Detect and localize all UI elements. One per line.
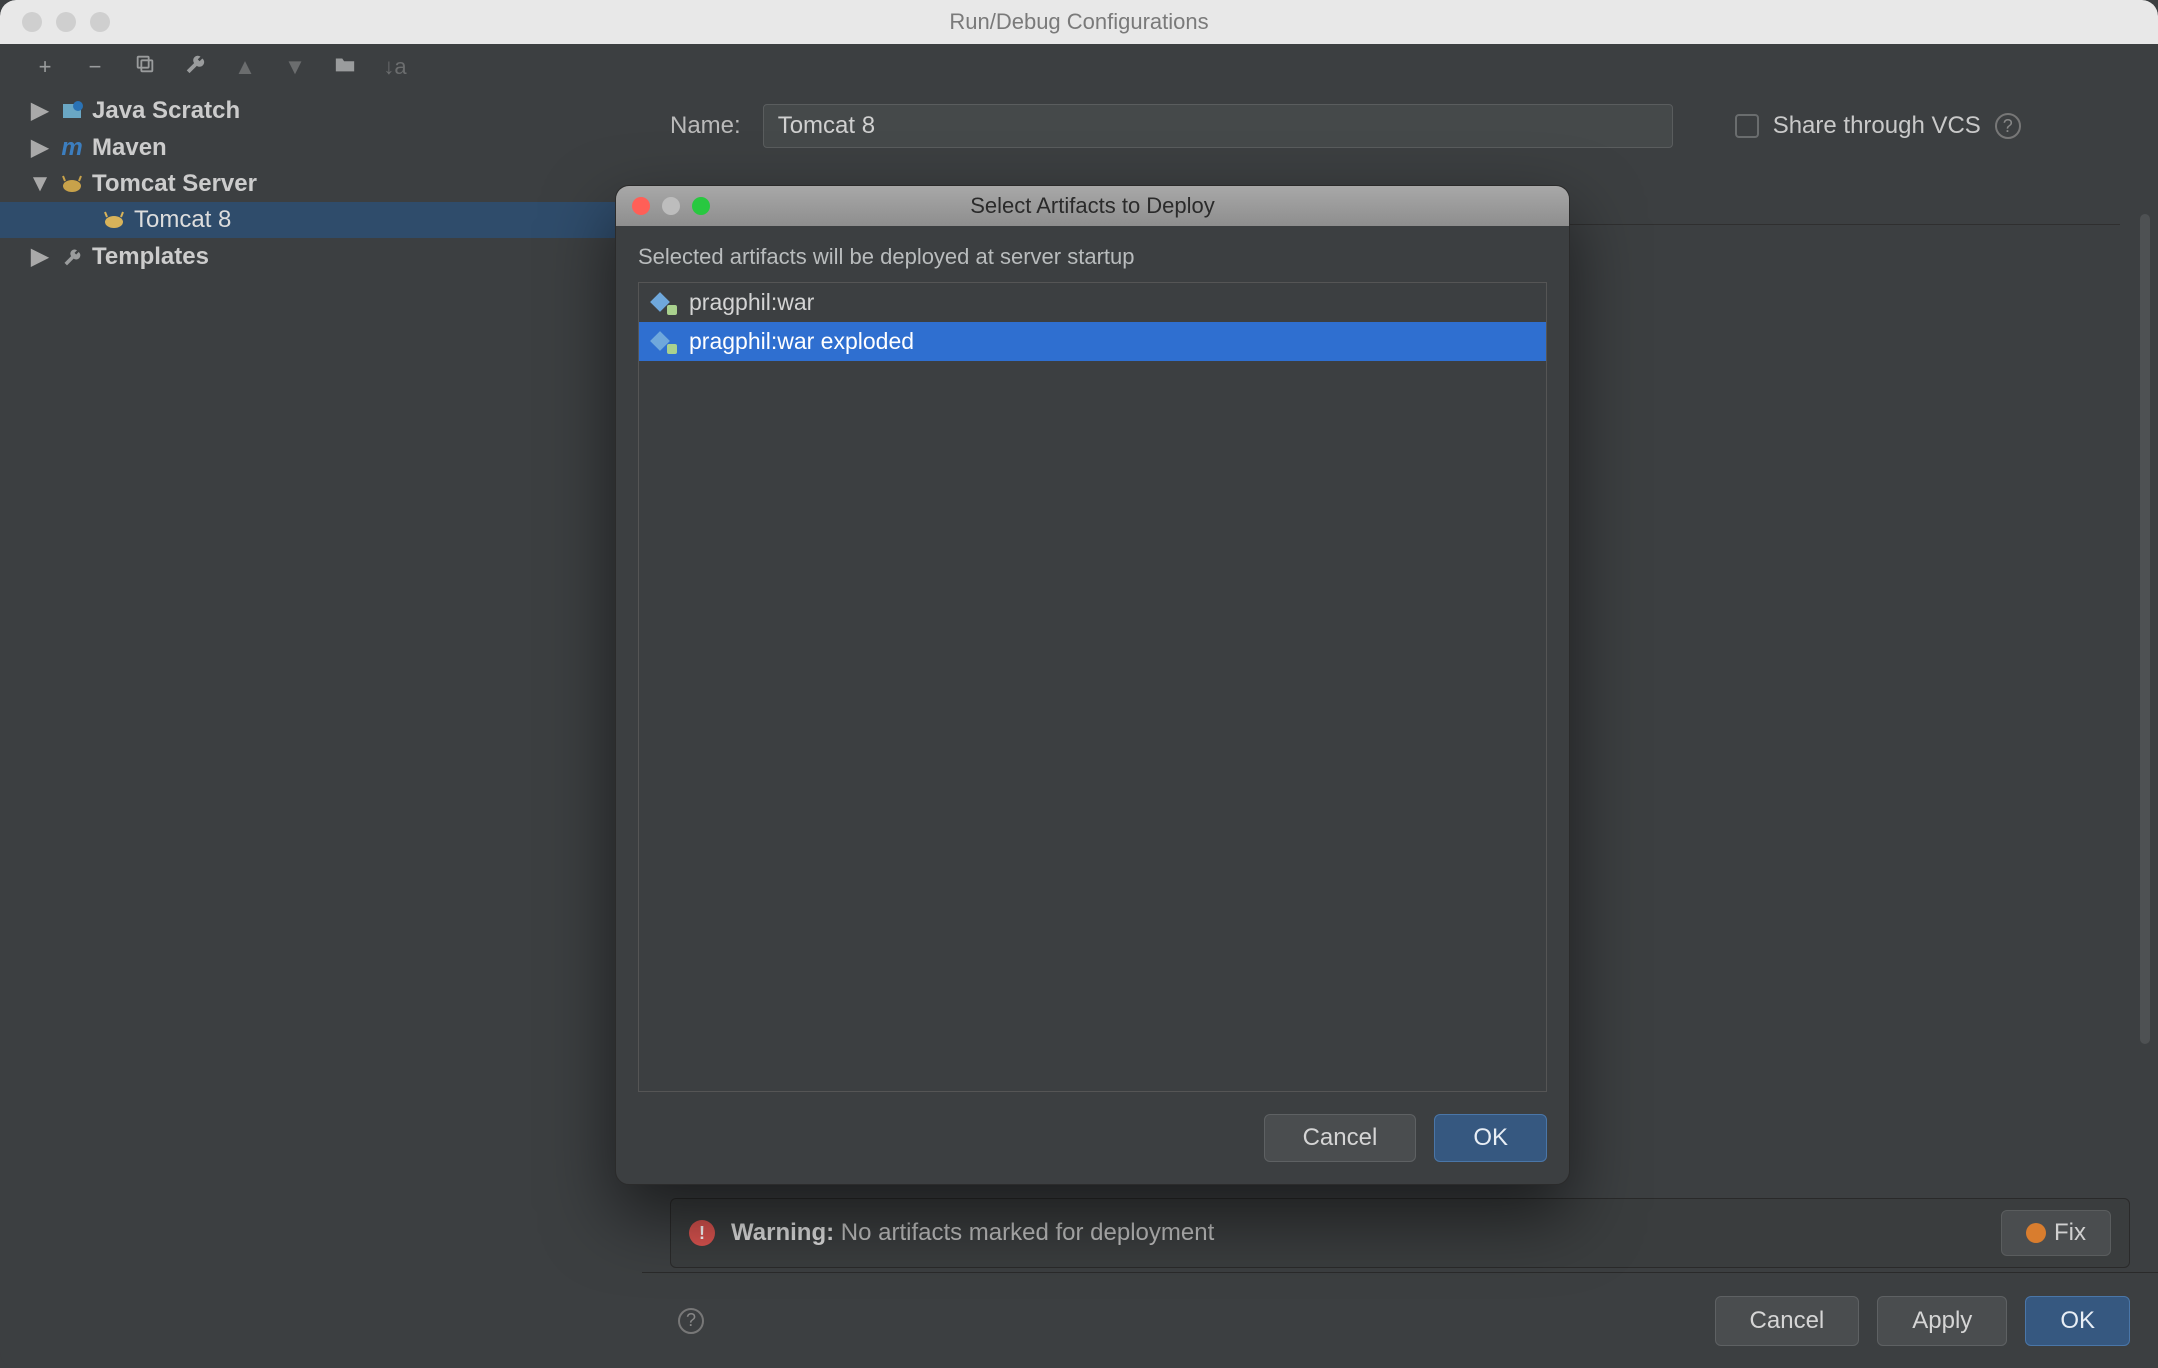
config-toolbar: + − ▲ ▼ ↓a <box>0 44 2158 84</box>
share-vcs-label: Share through VCS <box>1773 112 1981 140</box>
lightbulb-icon <box>2026 1223 2046 1243</box>
fix-button[interactable]: Fix <box>2001 1210 2111 1256</box>
modal-title: Select Artifacts to Deploy <box>616 193 1569 219</box>
share-vcs-checkbox[interactable] <box>1735 114 1759 138</box>
dialog-footer: ? Cancel Apply OK <box>642 1272 2158 1368</box>
folder-icon[interactable] <box>332 54 358 80</box>
chevron-right-icon[interactable]: ▶ <box>28 96 52 125</box>
tree-label: Java Scratch <box>92 97 240 125</box>
tree-tomcat-8[interactable]: Tomcat 8 <box>0 202 642 238</box>
tree-label: Tomcat Server <box>92 170 257 198</box>
maven-icon: m <box>58 134 86 162</box>
chevron-down-icon[interactable]: ▼ <box>28 170 52 198</box>
fix-label: Fix <box>2054 1219 2086 1247</box>
config-tree: ▶ Java Scratch ▶ m Maven ▼ Tomcat <box>0 84 642 1368</box>
warning-icon: ! <box>689 1220 715 1246</box>
chevron-right-icon[interactable]: ▶ <box>28 242 52 271</box>
tree-label: Tomcat 8 <box>134 206 231 234</box>
select-artifacts-dialog: Select Artifacts to Deploy Selected arti… <box>615 185 1570 1185</box>
window-title: Run/Debug Configurations <box>0 9 2158 35</box>
tree-java-scratch[interactable]: ▶ Java Scratch <box>0 92 642 129</box>
sort-icon[interactable]: ↓a <box>382 54 408 80</box>
tomcat-icon <box>58 173 86 195</box>
chevron-right-icon[interactable]: ▶ <box>28 133 52 162</box>
name-input[interactable] <box>763 104 1673 148</box>
apply-button[interactable]: Apply <box>1877 1296 2007 1346</box>
modal-cancel-button[interactable]: Cancel <box>1264 1114 1417 1162</box>
name-row: Name: Share through VCS ? <box>642 104 2130 148</box>
remove-icon[interactable]: − <box>82 54 108 80</box>
tomcat-icon <box>100 209 128 231</box>
artifact-label: pragphil:war <box>689 289 814 316</box>
warning-text: Warning: No artifacts marked for deploym… <box>731 1219 1214 1247</box>
java-scratch-icon <box>58 100 86 122</box>
artifact-icon <box>653 291 677 315</box>
scrollbar[interactable] <box>2140 214 2150 1044</box>
artifact-label: pragphil:war exploded <box>689 328 914 355</box>
warning-bar: ! Warning: No artifacts marked for deplo… <box>670 1198 2130 1268</box>
artifact-icon <box>653 330 677 354</box>
modal-titlebar: Select Artifacts to Deploy <box>616 186 1569 226</box>
tree-templates[interactable]: ▶ Templates <box>0 238 642 275</box>
cancel-button[interactable]: Cancel <box>1715 1296 1860 1346</box>
modal-hint: Selected artifacts will be deployed at s… <box>616 226 1569 282</box>
move-down-icon[interactable]: ▼ <box>282 54 308 80</box>
artifact-item-selected[interactable]: pragphil:war exploded <box>639 322 1546 361</box>
tree-tomcat-server[interactable]: ▼ Tomcat Server <box>0 166 642 202</box>
help-icon[interactable]: ? <box>678 1308 704 1334</box>
warning-message: No artifacts marked for deployment <box>841 1219 1215 1246</box>
name-label: Name: <box>670 112 741 140</box>
warning-label: Warning: <box>731 1219 834 1246</box>
artifact-list[interactable]: pragphil:war pragphil:war exploded <box>638 282 1547 1092</box>
ok-button[interactable]: OK <box>2025 1296 2130 1346</box>
wrench-icon[interactable] <box>182 53 208 81</box>
artifact-item[interactable]: pragphil:war <box>639 283 1546 322</box>
titlebar: Run/Debug Configurations <box>0 0 2158 44</box>
move-up-icon[interactable]: ▲ <box>232 54 258 80</box>
copy-icon[interactable] <box>132 53 158 81</box>
help-icon[interactable]: ? <box>1995 113 2021 139</box>
wrench-icon <box>58 247 86 267</box>
share-vcs-row: Share through VCS ? <box>1735 112 2021 140</box>
tree-label: Maven <box>92 134 167 162</box>
add-icon[interactable]: + <box>32 54 58 80</box>
modal-ok-button[interactable]: OK <box>1434 1114 1547 1162</box>
tree-label: Templates <box>92 243 209 271</box>
tree-maven[interactable]: ▶ m Maven <box>0 129 642 166</box>
modal-footer: Cancel OK <box>1264 1114 1547 1162</box>
